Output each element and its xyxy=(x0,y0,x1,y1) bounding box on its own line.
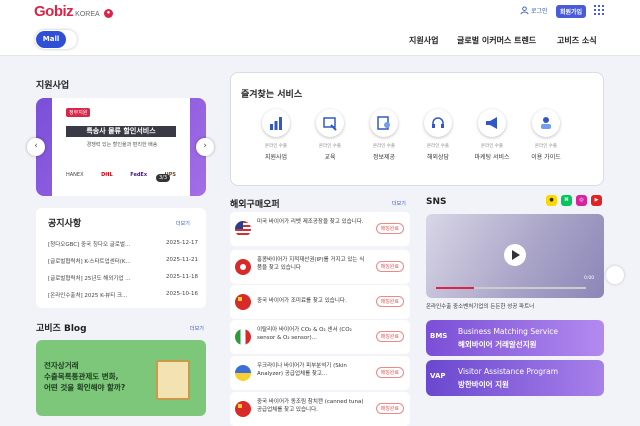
gobiz-logo[interactable]: Gobiz KOREA ● xyxy=(34,3,113,20)
status-badge: 매칭완료 xyxy=(375,367,404,378)
service-info[interactable]: 온라인 수출 정보제공 xyxy=(359,109,409,161)
status-badge: 매칭완료 xyxy=(375,331,404,342)
kakao-icon[interactable]: ● xyxy=(546,195,557,206)
table-row[interactable]: 이탈리아 바이어가 CO₂ & O₂ 센서 (CO₂ sensor & O₂ s… xyxy=(230,320,410,354)
favorite-services-card: 즐겨찾는 서비스 온라인 수출 지원사업 온라인 수출 교육 온라인 수출 정보제공 … xyxy=(230,72,604,186)
table-row[interactable]: 우크라이나 바이어가 피부분석기 (Skin Analyzer) 공급업체를 찾… xyxy=(230,356,410,390)
favorites-title: 즐겨찾는 서비스 xyxy=(241,90,303,100)
next-arrow-icon[interactable]: › xyxy=(196,138,214,156)
book-icon[interactable] xyxy=(606,266,624,284)
prev-arrow-icon[interactable]: ‹ xyxy=(27,138,45,156)
buyer-offers-title: 해외구매오퍼 xyxy=(230,200,280,210)
login-link[interactable]: 로그인 xyxy=(520,6,548,15)
service-guide[interactable]: 온라인 수출 이용 가이드 xyxy=(521,109,571,161)
vap-banner[interactable]: VAP Visitor Assistance Program 방한바이어 지원 xyxy=(426,360,604,396)
info-icon xyxy=(370,109,398,137)
cn-flag-icon xyxy=(235,401,251,417)
apps-grid-icon[interactable] xyxy=(594,5,604,15)
status-badge: 매칭완료 xyxy=(375,296,404,307)
instagram-icon[interactable]: ◎ xyxy=(576,195,587,206)
nav-support[interactable]: 지원사업 xyxy=(409,35,438,46)
cn-flag-icon xyxy=(235,294,251,310)
list-item[interactable]: [글로벌협력처] 25년도 해외기업 ... 2025-11-18 xyxy=(48,274,198,282)
youtube-icon[interactable]: ▶ xyxy=(591,195,602,206)
table-row[interactable]: 중국 바이어가 조미료를 찾고 있습니다. 매칭완료 xyxy=(230,285,410,319)
notice-more-link[interactable]: 더보기 xyxy=(176,220,190,227)
join-button[interactable]: 회원가입 xyxy=(556,5,587,18)
hk-flag-icon xyxy=(235,259,251,275)
status-badge: 매칭완료 xyxy=(375,403,404,414)
service-support[interactable]: 온라인 수출 지원사업 xyxy=(251,109,301,161)
table-row[interactable]: 홍콩바이어가 지적재산권(IP)를 거지고 있는 식품을 찾고 있습니다 매칭완… xyxy=(230,250,410,284)
naver-icon[interactable]: N xyxy=(561,195,572,206)
user-icon xyxy=(520,6,529,15)
blog-title: 고비즈 Blog xyxy=(36,324,87,334)
mall-toggle[interactable]: Mall xyxy=(35,30,77,49)
guide-icon xyxy=(532,109,560,137)
checklist-illustration xyxy=(156,360,190,400)
megaphone-icon xyxy=(478,109,506,137)
list-item[interactable]: [글로벌협력처] K-스타트업센터(K... 2025-11-21 xyxy=(48,257,198,265)
table-row[interactable]: 미국 바이어가 리벳 제조공장을 찾고 있습니다. 매칭완료 xyxy=(230,212,410,246)
buyer-more-link[interactable]: 더보기 xyxy=(392,200,406,207)
status-badge: 매칭완료 xyxy=(375,223,404,234)
flag-icon: ● xyxy=(103,9,113,18)
service-consulting[interactable]: 온라인 수출 해외상담 xyxy=(413,109,463,161)
notice-title: 공지사항 xyxy=(48,219,82,229)
bms-banner[interactable]: BMS Business Matching Service 해외바이어 거래알선… xyxy=(426,320,604,356)
status-badge: 매칭완료 xyxy=(375,261,404,272)
notice-card: 공지사항 더보기 [청다오GBC] 중국 칭다오 글로벌... 2025-12-1… xyxy=(36,208,206,308)
list-item[interactable]: [청다오GBC] 중국 칭다오 글로벌... 2025-12-17 xyxy=(48,240,198,248)
nav-gobiz-news[interactable]: 고비즈 소식 xyxy=(557,35,597,46)
top-header: Gobiz KOREA ● 로그인 회원가입 xyxy=(0,0,640,24)
list-item[interactable]: [온라인수출처] 2025 K-뷰티 크... 2025-10-16 xyxy=(48,291,198,299)
video-caption: 온라인수출 중소벤처기업의 든든한 성공 파트너 xyxy=(426,304,535,310)
play-icon[interactable] xyxy=(504,244,526,266)
service-education[interactable]: 온라인 수출 교육 xyxy=(305,109,355,161)
banner-page-indicator: 3/3 xyxy=(156,174,171,182)
support-banner[interactable]: 정부지원 특송사 물류 할인서비스 경쟁력 있는 할인율과 편리한 배송 HAN… xyxy=(36,98,206,196)
nav-ecommerce-trend[interactable]: 글로벌 이커머스 트렌드 xyxy=(457,35,536,46)
headset-icon xyxy=(424,109,452,137)
it-flag-icon xyxy=(235,329,251,345)
video-player[interactable]: 0:00 xyxy=(426,214,604,298)
us-flag-icon xyxy=(235,221,251,237)
ua-flag-icon xyxy=(235,365,251,381)
sns-title: SNS xyxy=(426,197,447,207)
chart-icon xyxy=(262,109,290,137)
main-nav: Mall 지원사업 글로벌 이커머스 트렌드 고비즈 소식 xyxy=(0,24,640,56)
blog-more-link[interactable]: 더보기 xyxy=(190,325,204,332)
video-progress-bar[interactable] xyxy=(436,287,586,289)
service-marketing[interactable]: 온라인 수출 마케팅 서비스 xyxy=(467,109,517,161)
table-row[interactable]: 중국 바이어가 동조림 참치캔 (canned tuna) 공급업체를 찾고 있… xyxy=(230,392,410,426)
blog-card[interactable]: 전자상거래 수출목록통관제도 변화, 어떤 것을 확인해야 할까? xyxy=(36,340,206,416)
education-icon xyxy=(316,109,344,137)
support-title: 지원사업 xyxy=(36,81,70,91)
